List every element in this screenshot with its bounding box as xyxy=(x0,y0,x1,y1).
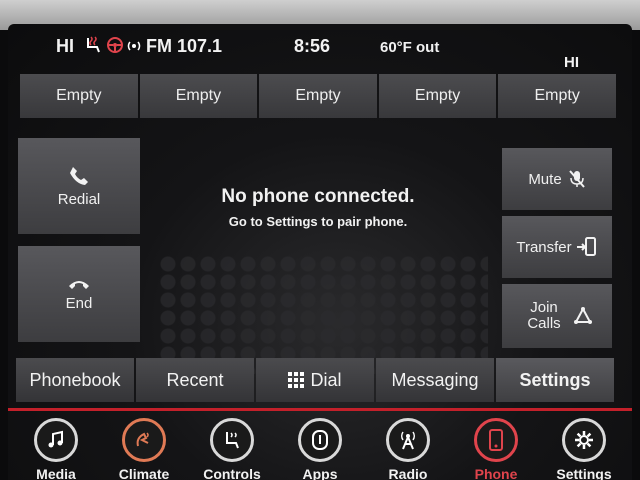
end-label: End xyxy=(65,294,93,312)
join-calls-label: Join Calls xyxy=(527,299,561,332)
phone-icon xyxy=(70,166,88,185)
mute-button[interactable]: Mute xyxy=(502,148,612,210)
accent-line xyxy=(8,408,632,411)
preset-5[interactable]: Empty xyxy=(498,74,616,118)
heated-wheel-icon[interactable] xyxy=(106,36,124,59)
merge-icon xyxy=(574,307,592,324)
music-note-icon xyxy=(34,418,78,462)
redial-label: Redial xyxy=(57,190,101,208)
phone-icon xyxy=(474,418,518,462)
preset-4[interactable]: Empty xyxy=(378,74,497,118)
climate-icon xyxy=(122,418,166,462)
end-call-button[interactable]: End xyxy=(18,246,140,342)
favorites-presets: Empty Empty Empty Empty Empty xyxy=(20,74,616,118)
dock-controls-label: Controls xyxy=(203,466,261,480)
uconnect-screen: HI FM 107.1 8:56 60°F out HI Empty Empty… xyxy=(8,24,632,480)
dock-phone-label: Phone xyxy=(474,466,518,480)
tab-phonebook[interactable]: Phonebook xyxy=(16,358,134,402)
tab-dial-label: Dial xyxy=(310,369,342,390)
message-subtitle: Go to Settings to pair phone. xyxy=(228,214,408,229)
keypad-icon xyxy=(288,372,305,388)
preset-3[interactable]: Empty xyxy=(259,74,377,118)
dock-media-label: Media xyxy=(36,466,76,480)
dock-settings[interactable]: Settings xyxy=(544,418,624,480)
radio-tower-icon xyxy=(386,418,430,462)
left-climate-label[interactable]: HI xyxy=(56,36,74,57)
preset-2[interactable]: Empty xyxy=(139,74,258,118)
dock-settings-label: Settings xyxy=(556,466,612,480)
radio-signal-icon xyxy=(126,38,142,59)
right-climate-label[interactable]: HI xyxy=(564,54,579,71)
dock-radio[interactable]: Radio xyxy=(368,418,448,480)
dock-apps[interactable]: Apps xyxy=(280,418,360,480)
transfer-button[interactable]: Transfer xyxy=(502,216,612,278)
phone-tab-bar: Phonebook Recent Dial Messaging Settings xyxy=(16,358,614,402)
background-texture xyxy=(158,254,488,374)
tab-recent[interactable]: Recent xyxy=(136,358,254,402)
tab-dial[interactable]: Dial xyxy=(256,358,374,402)
dock-controls[interactable]: Controls xyxy=(192,418,272,480)
dock-apps-label: Apps xyxy=(302,466,338,480)
mute-label: Mute xyxy=(528,170,562,188)
transfer-icon xyxy=(576,237,596,256)
join-calls-button[interactable]: Join Calls xyxy=(502,284,612,348)
mic-muted-icon xyxy=(568,170,585,188)
dock-media[interactable]: Media xyxy=(16,418,96,480)
message-title: No phone connected. xyxy=(221,186,415,207)
gear-icon xyxy=(562,418,606,462)
dock-radio-label: Radio xyxy=(388,466,428,480)
preset-1[interactable]: Empty xyxy=(20,74,138,118)
connection-message: No phone connected. Go to Settings to pa… xyxy=(188,186,448,229)
main-dock: Media Climate Controls Apps Radio Phone … xyxy=(8,414,632,480)
status-bar: HI FM 107.1 8:56 60°F out HI xyxy=(8,24,632,71)
tab-settings[interactable]: Settings xyxy=(496,358,614,402)
dock-climate[interactable]: Climate xyxy=(104,418,184,480)
dock-phone[interactable]: Phone xyxy=(456,418,536,480)
redial-button[interactable]: Redial xyxy=(18,138,140,234)
tab-messaging[interactable]: Messaging xyxy=(376,358,494,402)
uconnect-apps-icon xyxy=(298,418,342,462)
heated-seat-icon[interactable] xyxy=(82,34,104,61)
radio-station[interactable]: FM 107.1 xyxy=(146,36,222,57)
dock-climate-label: Climate xyxy=(118,466,170,480)
transfer-label: Transfer xyxy=(516,238,572,256)
outside-temperature: 60°F out xyxy=(380,39,440,56)
clock-time: 8:56 xyxy=(294,36,331,56)
hang-up-icon xyxy=(69,280,89,289)
seat-controls-icon xyxy=(210,418,254,462)
